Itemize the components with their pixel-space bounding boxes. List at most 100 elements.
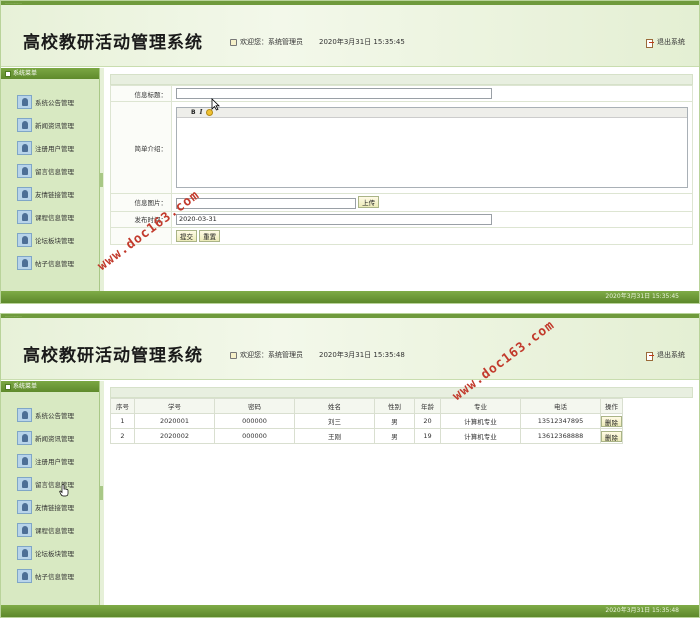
sidebar-item-posts[interactable]: 帖子信息管理 [1, 251, 99, 274]
sidebar-header: 系统菜单 [1, 68, 99, 79]
cell-name: 王刚 [294, 428, 375, 444]
sidebar-item-label: 新闻资讯管理 [35, 121, 74, 130]
user-card-icon [17, 568, 32, 583]
header-datetime: 2020年3月31日 15:35:45 [319, 38, 405, 46]
title-label: 信息标题： [110, 85, 172, 102]
app-title: 高校教研活动管理系统 [23, 346, 203, 366]
user-card-icon [17, 453, 32, 468]
user-icon [230, 351, 237, 359]
sidebar-item-label: 课程信息管理 [35, 526, 74, 535]
splitter-grip[interactable] [100, 172, 103, 187]
logout-label: 退出系统 [657, 38, 685, 46]
sidebar-header-label: 系统菜单 [13, 70, 38, 77]
bold-button[interactable]: B [191, 109, 196, 116]
publish-time-input[interactable] [176, 213, 492, 225]
user-card-icon [17, 209, 32, 224]
cell-name: 刘三 [294, 413, 375, 429]
col-header: 性别 [374, 398, 415, 414]
italic-button[interactable]: I [200, 109, 203, 116]
welcome-area: 欢迎您：系统管理员 [230, 37, 303, 47]
sidebar-header-label: 系统菜单 [13, 383, 38, 390]
user-table: 序号 学号 密码 姓名 性别 年龄 专业 电话 操作 1 2020001 000… [110, 398, 623, 444]
sidebar-item-label: 友情链接管理 [35, 190, 74, 199]
title-input[interactable] [176, 88, 492, 99]
sidebar-item-courses[interactable]: 课程信息管理 [1, 518, 99, 541]
menu-icon [5, 383, 11, 390]
table-header-row: 序号 学号 密码 姓名 性别 年龄 专业 电话 操作 [110, 398, 623, 414]
col-header: 序号 [110, 398, 135, 414]
cell-gender: 男 [374, 428, 415, 444]
sidebar-item-courses[interactable]: 课程信息管理 [1, 205, 99, 228]
content-area: 序号 学号 密码 姓名 性别 年龄 专业 电话 操作 1 2020001 000… [104, 381, 699, 605]
sidebar-item-forums[interactable]: 论坛板块管理 [1, 541, 99, 564]
sidebar-item-news[interactable]: 新闻资讯管理 [1, 426, 99, 449]
cell-student-id: 2020002 [134, 428, 215, 444]
sidebar-item-users[interactable]: 注册用户管理 [1, 136, 99, 159]
sidebar: 系统菜单 系统公告管理 新闻资讯管理 注册用户管理 留言信息管理 友情链接管理 … [1, 68, 100, 291]
image-label: 信息图片： [110, 193, 172, 212]
screen-user-list: .................. 高校教研活动管理系统 欢迎您：系统管理员 … [0, 313, 700, 618]
sidebar-item-label: 友情链接管理 [35, 503, 74, 512]
sidebar-header: 系统菜单 [1, 381, 99, 392]
content-area: 信息标题： 简单介绍： B I 信息图片： 上传 发布时间： 2020-03-3… [104, 68, 699, 291]
content-title-bar [110, 387, 693, 398]
delete-button[interactable]: 删除 [601, 430, 622, 442]
sidebar-item-label: 系统公告管理 [35, 411, 74, 420]
user-card-icon [17, 117, 32, 132]
welcome-area: 欢迎您：系统管理员 [230, 350, 303, 360]
sidebar-item-links[interactable]: 友情链接管理 [1, 495, 99, 518]
submit-button[interactable]: 提交 [176, 229, 197, 242]
cell-index: 1 [110, 413, 135, 429]
cell-actions: 删除 [600, 428, 623, 444]
exit-icon [646, 351, 654, 361]
cell-age: 19 [414, 428, 441, 444]
cell-password: 000000 [214, 428, 295, 444]
splitter-grip[interactable] [100, 486, 103, 500]
sidebar-item-label: 课程信息管理 [35, 213, 74, 222]
footer-datetime: 2020年3月31日 15:35:45 [1, 291, 699, 303]
table-row: 1 2020001 000000 刘三 男 20 计算机专业 135123478… [110, 413, 623, 429]
footer-datetime: 2020年3月31日 15:35:48 [1, 605, 699, 617]
delete-button[interactable]: 删除 [601, 415, 622, 427]
user-icon [230, 38, 237, 46]
sidebar-item-label: 留言信息管理 [35, 167, 74, 176]
logout-label: 退出系统 [657, 351, 685, 359]
editor-textarea[interactable] [177, 118, 687, 187]
sidebar-item-posts[interactable]: 帖子信息管理 [1, 564, 99, 587]
sidebar-item-forums[interactable]: 论坛板块管理 [1, 228, 99, 251]
user-card-icon [17, 140, 32, 155]
reset-button[interactable]: 重置 [199, 229, 221, 242]
col-header: 年龄 [414, 398, 441, 414]
user-card-icon [17, 94, 32, 109]
cell-phone: 13512347895 [520, 413, 601, 429]
exit-icon [646, 38, 654, 48]
col-header: 专业 [440, 398, 521, 414]
logout-link[interactable]: 退出系统 [646, 350, 685, 361]
info-form: 信息标题： 简单介绍： B I 信息图片： 上传 发布时间： 2020-03-3… [110, 85, 693, 245]
user-card-icon [17, 186, 32, 201]
sidebar-item-links[interactable]: 友情链接管理 [1, 182, 99, 205]
header: 高校教研活动管理系统 欢迎您：系统管理员 2020年3月31日 15:35:45… [1, 5, 699, 67]
sidebar-item-label: 帖子信息管理 [35, 259, 74, 268]
col-header: 密码 [214, 398, 295, 414]
sidebar-item-messages[interactable]: 留言信息管理 [1, 159, 99, 182]
sidebar-item-news[interactable]: 新闻资讯管理 [1, 113, 99, 136]
sidebar-item-announcements[interactable]: 系统公告管理 [1, 90, 99, 113]
welcome-text: 欢迎您：系统管理员 [240, 351, 303, 359]
sidebar-item-label: 帖子信息管理 [35, 572, 74, 581]
col-header: 电话 [520, 398, 601, 414]
welcome-text: 欢迎您：系统管理员 [240, 38, 303, 46]
cell-actions: 删除 [600, 413, 623, 429]
upload-button[interactable]: 上传 [358, 196, 380, 208]
cell-password: 000000 [214, 413, 295, 429]
menu-icon [5, 70, 11, 77]
app-title: 高校教研活动管理系统 [23, 33, 203, 53]
sidebar-item-messages[interactable]: 留言信息管理 [1, 472, 99, 495]
sidebar-item-label: 论坛板块管理 [35, 236, 74, 245]
rich-text-editor[interactable]: B I [176, 107, 688, 188]
user-card-icon [17, 499, 32, 514]
sidebar-item-announcements[interactable]: 系统公告管理 [1, 403, 99, 426]
sidebar-item-label: 注册用户管理 [35, 144, 74, 153]
sidebar-item-users[interactable]: 注册用户管理 [1, 449, 99, 472]
logout-link[interactable]: 退出系统 [646, 37, 685, 48]
